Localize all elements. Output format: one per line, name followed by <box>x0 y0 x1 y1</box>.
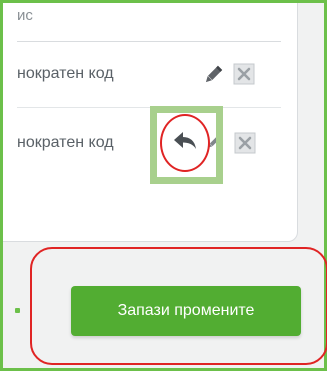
save-changes-button[interactable]: Запази промените <box>71 286 301 336</box>
frame-marker <box>15 308 20 313</box>
delete-icon[interactable] <box>233 63 255 85</box>
column-header: ис <box>17 7 33 24</box>
row-label: нократен код <box>17 65 114 82</box>
delete-icon[interactable] <box>234 132 256 154</box>
annotation-circle <box>160 114 210 172</box>
row-label: нократен код <box>17 134 114 151</box>
screenshot-frame: ис нократен код нократен код Запази пром… <box>0 0 327 371</box>
row-divider <box>17 107 281 108</box>
pencil-icon[interactable] <box>202 64 224 86</box>
header-divider <box>17 41 281 42</box>
